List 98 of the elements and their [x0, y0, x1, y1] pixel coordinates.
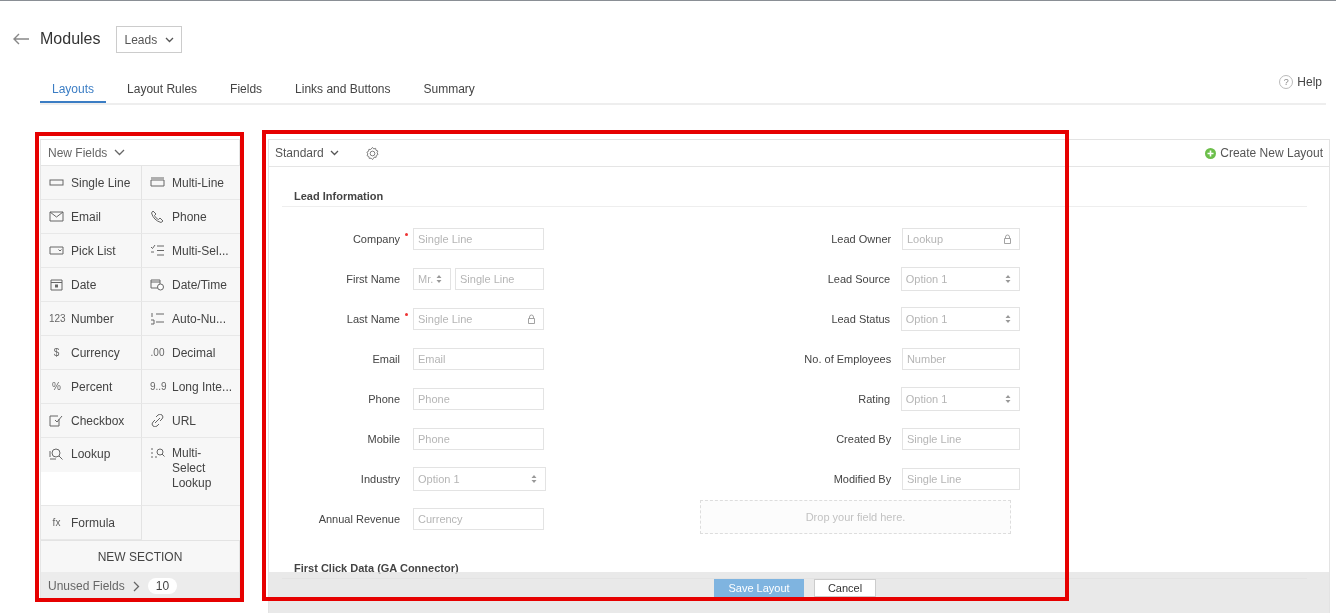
field-type-label: Multi-Line	[172, 175, 225, 190]
field-type-label: Date/Time	[172, 277, 227, 292]
field-label: First Name	[345, 273, 400, 285]
field-type-label: Long Inte...	[172, 379, 233, 394]
field-label: Lead Owner	[830, 233, 892, 245]
field-type-label: Date	[71, 277, 97, 292]
spinner-icon	[1005, 394, 1011, 404]
field-label: Created By	[835, 433, 892, 445]
field-type-item[interactable]: 9..9 Long Inte...	[142, 370, 240, 404]
checklist-icon	[150, 244, 165, 257]
layout-select[interactable]: Standard	[275, 146, 339, 160]
field-type-item[interactable]: fx Formula	[41, 506, 142, 540]
field-type-icon: fx	[49, 517, 64, 528]
field-type-label: Phone	[172, 209, 207, 224]
page-title: Modules	[40, 29, 101, 48]
count-badge: 10	[147, 578, 178, 594]
field-label: Company	[351, 233, 400, 245]
field-type-label: Multi-Sel...	[172, 243, 229, 258]
field-label: No. of Employees	[803, 353, 892, 365]
field-label: Modified By	[832, 473, 892, 485]
field-type-item[interactable]: $ Currency	[41, 336, 142, 370]
field-type-label: Percent	[71, 379, 113, 394]
field-type-item[interactable]: Multi-Sel...	[142, 234, 240, 268]
spinner-icon	[531, 474, 537, 484]
new-fields-dropdown[interactable]: New Fields	[41, 140, 239, 166]
field-type-label: Pick List	[71, 243, 116, 258]
calendar-clock-icon	[150, 278, 165, 291]
field-type-label: Currency	[71, 345, 120, 360]
list-magnifier-icon	[150, 447, 165, 460]
tab[interactable]: Fields	[218, 79, 275, 100]
field-type-label: Number	[71, 311, 114, 326]
field-type-label: Formula	[71, 515, 115, 530]
field-label: Industry	[359, 473, 400, 485]
unused-fields-link[interactable]: Unused Fields	[48, 579, 125, 593]
checkbox-icon	[49, 414, 64, 427]
spinner-icon	[1005, 314, 1011, 324]
spinner-icon	[436, 274, 442, 284]
field-type-label: Lookup	[71, 447, 111, 461]
plus-circle-icon	[1205, 147, 1217, 159]
tab[interactable]: Layouts	[40, 79, 107, 103]
tab[interactable]: Links and Buttons	[283, 79, 403, 100]
section-title: Lead Information	[282, 167, 1307, 207]
caret-icon	[165, 36, 175, 43]
field-type-item[interactable]: Auto-Nu...	[142, 302, 240, 336]
field-type-item[interactable]: Phone	[142, 200, 240, 234]
chevron-down-icon	[329, 150, 339, 156]
field-type-icon: 123	[49, 313, 64, 324]
tab[interactable]: Layout Rules	[115, 79, 210, 100]
field-type-item[interactable]: Date	[41, 268, 142, 302]
field-label: Last Name	[345, 313, 400, 325]
field-type-item[interactable]: Single Line	[41, 166, 142, 200]
field-type-label: Multi-Select Lookup	[172, 446, 213, 491]
help-link[interactable]: Help	[1297, 75, 1322, 89]
spinner-icon	[1005, 274, 1011, 284]
field-type-item[interactable]: URL	[142, 404, 240, 438]
magnifier-icon	[49, 447, 64, 460]
field-type-item[interactable]: .00 Decimal	[142, 336, 240, 370]
field-type-label: URL	[172, 413, 196, 428]
create-layout-link[interactable]: Create New Layout	[1205, 146, 1323, 160]
calendar-icon	[49, 278, 64, 291]
field-label: Phone	[367, 393, 400, 405]
field-type-item[interactable]: Multi-Line	[142, 166, 240, 200]
field-type-label: Single Line	[71, 175, 131, 190]
settings-icon[interactable]	[364, 145, 380, 161]
tab[interactable]: Summary	[411, 79, 487, 100]
field-type-label: Decimal	[172, 345, 216, 360]
phone-icon	[150, 210, 165, 223]
field-type-item[interactable]: Lookup	[41, 438, 142, 506]
numbered-list-icon	[150, 312, 165, 325]
field-type-icon: 9..9	[150, 381, 165, 392]
field-label: Mobile	[366, 433, 400, 445]
field-type-item[interactable]: 123 Number	[41, 302, 142, 336]
envelope-icon	[49, 210, 64, 223]
field-type-icon: $	[49, 347, 64, 358]
link-icon	[150, 414, 165, 427]
field-type-icon: .00	[150, 347, 165, 358]
field-type-label: Email	[71, 209, 101, 224]
cancel-button[interactable]: Cancel	[814, 579, 876, 597]
field-label: Rating	[857, 393, 891, 405]
field-type-icon: %	[49, 381, 64, 392]
field-type-item[interactable]: Date/Time	[142, 268, 240, 302]
field-label: Lead Source	[826, 273, 891, 285]
field-type-label: Auto-Nu...	[172, 311, 227, 326]
field-label: Email	[371, 353, 400, 365]
chevron-down-icon	[114, 149, 126, 156]
field-type-item[interactable]: % Percent	[41, 370, 142, 404]
field-label: Annual Revenue	[317, 513, 400, 525]
multi-line-icon	[150, 176, 165, 189]
chevron-right-icon	[132, 580, 140, 592]
dropdown-box-icon	[49, 244, 64, 257]
field-type-item[interactable]: Email	[41, 200, 142, 234]
field-type-label: Checkbox	[71, 413, 125, 428]
back-arrow-icon[interactable]	[12, 32, 30, 45]
field-label: Lead Status	[830, 313, 891, 325]
field-type-item[interactable]: Pick List	[41, 234, 142, 268]
field-type-item[interactable]: Checkbox	[41, 404, 142, 438]
module-select[interactable]: Leads	[116, 26, 183, 53]
field-type-item[interactable]: Multi-Select Lookup	[142, 438, 240, 506]
